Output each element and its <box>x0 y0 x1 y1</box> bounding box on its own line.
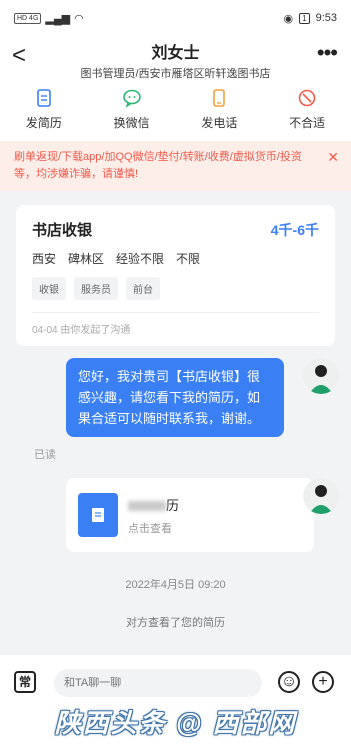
resume-icon <box>37 89 51 107</box>
close-icon[interactable]: ✕ <box>327 149 339 166</box>
emoji-icon[interactable]: ☺ <box>278 671 300 693</box>
file-message-row: 历 点击查看 <box>0 478 351 558</box>
not-suitable-icon <box>298 89 316 107</box>
avatar[interactable] <box>303 478 339 514</box>
send-phone-label: 发电话 <box>201 116 238 130</box>
clock: 9:53 <box>315 12 337 24</box>
plus-icon[interactable]: + <box>312 671 334 693</box>
job-district: 碑林区 <box>68 252 105 266</box>
exchange-wechat-button[interactable]: 换微信 <box>92 88 172 131</box>
file-name-suffix: 历 <box>166 497 180 513</box>
message-bubble[interactable]: 您好，我对贵司【书店收银】很感兴趣，请您看下我的简历，如果合适可以随时联系我，谢… <box>66 358 284 437</box>
action-bar: 发简历 换微信 发电话 不合适 <box>0 80 351 141</box>
job-meta: 西安 碑林区 经验不限 不限 <box>32 250 319 267</box>
contact-subtitle: 图书管理员/西安市雁塔区昕轩逸图书店 <box>80 68 271 80</box>
network-indicator: HD 4G <box>14 12 42 24</box>
back-button[interactable]: < <box>12 42 26 70</box>
send-resume-label: 发简历 <box>25 116 62 130</box>
resume-file-card[interactable]: 历 点击查看 <box>66 478 314 552</box>
status-bar: HD 4G ▂▄▆ ◠ ◉ 1 9:53 <box>0 0 351 36</box>
not-suitable-button[interactable]: 不合适 <box>267 88 347 131</box>
job-tag: 收银 <box>32 277 66 300</box>
job-education: 不限 <box>176 252 201 266</box>
document-icon <box>78 493 118 537</box>
message-input[interactable] <box>54 669 262 697</box>
system-notice: 对方查看了您的简历 <box>126 617 225 629</box>
send-phone-button[interactable]: 发电话 <box>179 88 259 131</box>
job-city: 西安 <box>32 252 57 266</box>
wechat-icon <box>122 89 141 108</box>
job-tags: 收银 服务员 前台 <box>32 277 319 300</box>
user-avatar-icon <box>309 485 333 514</box>
more-button[interactable]: ••• <box>317 40 338 66</box>
exchange-wechat-label: 换微信 <box>113 116 150 130</box>
message-row: 您好，我对贵司【书店收银】很感兴趣，请您看下我的简历，如果合适可以随时联系我，谢… <box>0 358 351 468</box>
input-bar: 常 ☺ + 陕西头条 @ 西部网 <box>0 655 351 750</box>
status-right: ◉ 1 9:53 <box>284 12 337 25</box>
avatar[interactable] <box>303 358 339 394</box>
fraud-warning-banner: 刷单返现/下载app/加QQ微信/垫付/转账/收费/虚拟货币/投资等，均涉嫌诈骗… <box>0 141 351 191</box>
chat-start-note: 04-04 由你发起了沟通 <box>32 325 131 336</box>
send-resume-button[interactable]: 发简历 <box>4 88 84 131</box>
job-experience: 经验不限 <box>116 252 165 266</box>
message-timestamp: 2022年4月5日 09:20 <box>125 579 226 591</box>
blurred-text <box>128 501 166 512</box>
not-suitable-label: 不合适 <box>289 116 326 130</box>
phone-icon <box>213 89 226 107</box>
fraud-warning-text: 刷单返现/下载app/加QQ微信/垫付/转账/收费/虚拟货币/投资等，均涉嫌诈骗… <box>14 151 302 180</box>
status-left: HD 4G ▂▄▆ ◠ <box>14 12 84 25</box>
file-view-link[interactable]: 点击查看 <box>128 520 179 536</box>
job-card[interactable]: 书店收银 4千-6千 西安 碑林区 经验不限 不限 收银 服务员 前台 04-0… <box>16 205 335 346</box>
divider <box>32 312 319 313</box>
contact-name: 刘女士 <box>151 45 200 62</box>
read-status: 已读 <box>34 449 56 461</box>
watermark: 陕西头条 @ 西部网 <box>54 708 297 738</box>
user-avatar-icon <box>309 365 333 394</box>
job-tag: 服务员 <box>74 277 118 300</box>
job-tag: 前台 <box>126 277 160 300</box>
wifi-icon: ◠ <box>74 12 84 25</box>
common-phrases-button[interactable]: 常 <box>14 671 36 693</box>
chat-header: < 刘女士 图书管理员/西安市雁塔区昕轩逸图书店 ••• <box>0 36 351 80</box>
battery-icon: 1 <box>299 12 310 24</box>
job-salary: 4千-6千 <box>270 221 319 238</box>
eye-icon: ◉ <box>283 12 294 25</box>
signal-icon: ▂▄▆ <box>45 12 71 25</box>
job-title: 书店收银 <box>32 222 93 239</box>
file-name: 历 <box>128 495 179 514</box>
